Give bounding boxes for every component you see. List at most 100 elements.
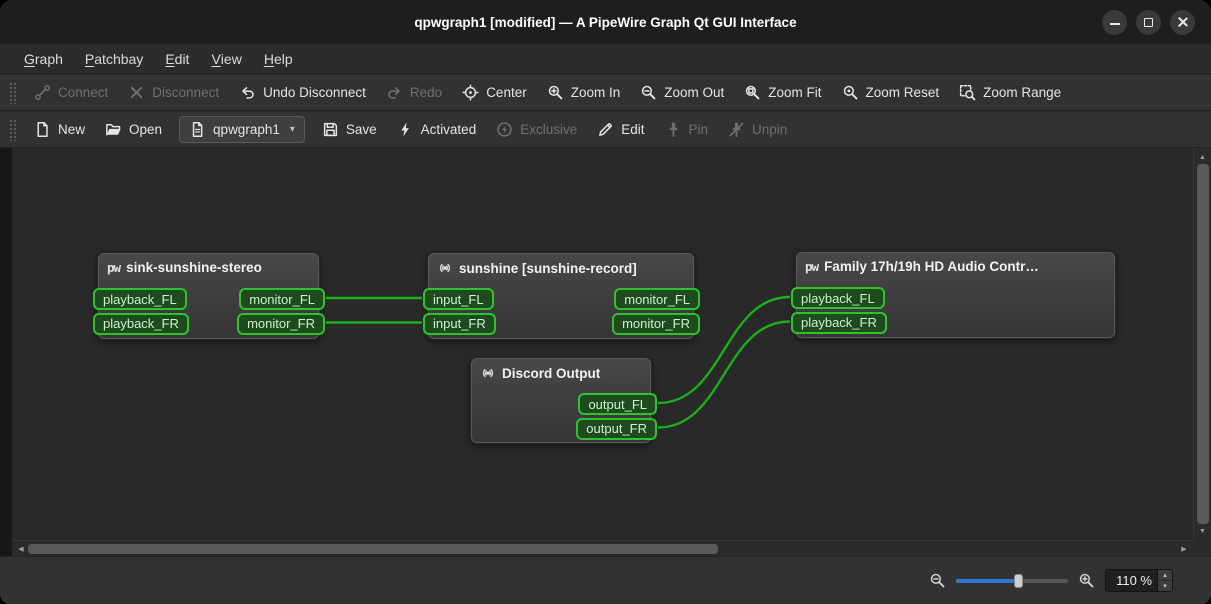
toolbar-button-zoom-range[interactable]: Zoom Range bbox=[949, 79, 1071, 107]
toolbar-button-new[interactable]: New bbox=[24, 116, 95, 144]
menu-item-edit[interactable]: Edit bbox=[154, 44, 200, 73]
toolbar-button-center[interactable]: Center bbox=[452, 79, 537, 107]
scroll-left-icon[interactable]: ◀ bbox=[14, 541, 28, 556]
node-discord[interactable]: Discord Output output_FL output_FR bbox=[470, 357, 657, 444]
toolbar-button-zoom-in[interactable]: Zoom In bbox=[537, 79, 631, 107]
zoom-in-icon[interactable] bbox=[1078, 572, 1095, 589]
toolbar-button-label: Redo bbox=[409, 85, 443, 100]
toolbar-button-pin[interactable]: Pin bbox=[655, 116, 719, 144]
zoom-out-icon bbox=[640, 84, 657, 101]
node-sunshine[interactable]: sunshine [sunshine-record] input_FL input_… bbox=[423, 252, 700, 340]
scroll-right-icon[interactable]: ▶ bbox=[1177, 541, 1191, 556]
toolbar-button-activated[interactable]: Activated bbox=[387, 116, 487, 144]
toolbar-button-zoom-fit[interactable]: Zoom Fit bbox=[734, 79, 831, 107]
node-header: pw sink-sunshine-stereo bbox=[98, 253, 319, 275]
toolbar-button-zoom-reset[interactable]: Zoom Reset bbox=[832, 79, 950, 107]
port-monitor_FR[interactable]: monitor_FR bbox=[237, 312, 325, 335]
zoom-out-icon[interactable] bbox=[929, 572, 946, 589]
toolbar-button-disconnect[interactable]: Disconnect bbox=[118, 79, 229, 107]
toolbar-button-label: Connect bbox=[58, 85, 109, 100]
zoom-reset-icon bbox=[842, 84, 859, 101]
port-playback_FL[interactable]: playback_FL bbox=[791, 287, 885, 309]
toolbar-button-connect[interactable]: Connect bbox=[24, 79, 118, 107]
port-monitor_FR[interactable]: monitor_FR bbox=[612, 312, 700, 335]
toolbar-button-patchbay-current[interactable]: qpwgraph1 ▾ bbox=[179, 116, 305, 143]
port-input_FL[interactable]: input_FL bbox=[423, 288, 494, 310]
vertical-scroll-handle[interactable] bbox=[1197, 164, 1209, 524]
toolbar-button-save[interactable]: Save bbox=[312, 116, 387, 144]
zoom-slider-handle[interactable] bbox=[1013, 573, 1023, 588]
scroll-up-icon[interactable]: ▲ bbox=[1194, 150, 1211, 164]
pipewire-icon: pw bbox=[107, 260, 121, 275]
horizontal-scrollbar[interactable]: ◀ ▶ bbox=[12, 540, 1193, 556]
zoom-range-icon bbox=[959, 84, 976, 101]
close-button[interactable] bbox=[1170, 9, 1195, 35]
port-input_FR[interactable]: input_FR bbox=[423, 312, 496, 335]
pipewire-icon: pw bbox=[805, 259, 819, 274]
port-output_FR[interactable]: output_FR bbox=[576, 417, 657, 440]
status-bar: 110 % ▴ ▾ bbox=[0, 556, 1211, 604]
node-title: sink-sunshine-stereo bbox=[126, 260, 262, 275]
menu-item-graph[interactable]: Graph bbox=[13, 44, 74, 73]
maximize-button[interactable] bbox=[1136, 9, 1161, 35]
spin-up-button[interactable]: ▴ bbox=[1158, 570, 1172, 581]
new-icon bbox=[34, 121, 51, 138]
toolbar-button-label: qpwgraph1 bbox=[213, 122, 280, 137]
menu-item-view[interactable]: View bbox=[200, 44, 252, 73]
minimize-button[interactable] bbox=[1102, 9, 1127, 35]
port-playback_FL[interactable]: playback_FL bbox=[93, 288, 187, 310]
toolbar-button-label: Pin bbox=[688, 122, 709, 137]
zoom-slider[interactable] bbox=[956, 571, 1068, 591]
toolbar-button-open[interactable]: Open bbox=[95, 116, 172, 144]
node-family[interactable]: pw Family 17h/19h HD Audio Contr… playback… bbox=[791, 251, 1116, 339]
spin-down-button[interactable]: ▾ bbox=[1158, 581, 1172, 591]
toolbar-button-unpin[interactable]: Unpin bbox=[718, 116, 797, 144]
toolbar-button-undo-disconnect[interactable]: Undo Disconnect bbox=[229, 79, 376, 107]
toolbar-button-label: Zoom Out bbox=[664, 85, 725, 100]
menu-bar: Graph Patchbay Edit View Help bbox=[0, 44, 1211, 74]
toolbar-drag-handle[interactable] bbox=[9, 118, 17, 141]
zoom-slider-fill bbox=[956, 578, 1018, 583]
menu-item-patchbay[interactable]: Patchbay bbox=[74, 44, 154, 73]
node-title: Family 17h/19h HD Audio Contr… bbox=[824, 259, 1039, 274]
graph-canvas[interactable]: pw sink-sunshine-stereo playback_FL playbac… bbox=[12, 148, 1193, 540]
zoom-value: 110 % bbox=[1116, 573, 1152, 588]
port-playback_FR[interactable]: playback_FR bbox=[791, 311, 887, 334]
menu-item-help[interactable]: Help bbox=[253, 44, 304, 73]
port-playback_FR[interactable]: playback_FR bbox=[93, 312, 189, 335]
port-monitor_FL[interactable]: monitor_FL bbox=[614, 288, 700, 310]
center-icon bbox=[462, 84, 479, 101]
main-content: pw sink-sunshine-stereo playback_FL playbac… bbox=[0, 148, 1211, 556]
title-bar[interactable]: qpwgraph1 [modified] — A PipeWire Graph … bbox=[0, 0, 1211, 44]
toolbar-button-label: Open bbox=[129, 122, 163, 137]
open-icon bbox=[105, 121, 122, 138]
spinbox-arrows: ▴ ▾ bbox=[1157, 570, 1172, 591]
connect-icon bbox=[34, 84, 51, 101]
node-header: pw Family 17h/19h HD Audio Contr… bbox=[796, 252, 1115, 274]
zoom-spinbox[interactable]: 110 % ▴ ▾ bbox=[1105, 569, 1173, 592]
toolbar-button-edit[interactable]: Edit bbox=[587, 116, 654, 144]
undo-icon bbox=[239, 84, 256, 101]
scroll-down-icon[interactable]: ▼ bbox=[1194, 524, 1211, 538]
connections-layer bbox=[325, 295, 791, 429]
close-icon bbox=[1177, 16, 1189, 28]
toolbar-button-label: Save bbox=[345, 122, 377, 137]
horizontal-scroll-handle[interactable] bbox=[28, 544, 718, 554]
minimize-icon bbox=[1109, 23, 1120, 25]
maximize-icon bbox=[1144, 17, 1153, 27]
node-sink[interactable]: pw sink-sunshine-stereo playback_FL playbac… bbox=[93, 252, 325, 340]
vertical-scrollbar[interactable]: ▲ ▼ bbox=[1193, 148, 1211, 540]
port-output_FL[interactable]: output_FL bbox=[578, 393, 657, 415]
toolbar-button-zoom-out[interactable]: Zoom Out bbox=[630, 79, 734, 107]
toolbar-drag-handle[interactable] bbox=[9, 81, 17, 104]
node-title: Discord Output bbox=[502, 365, 601, 381]
pin-icon bbox=[665, 121, 682, 138]
node-title: sunshine [sunshine-record] bbox=[459, 260, 637, 276]
toolbar-button-redo[interactable]: Redo bbox=[376, 79, 452, 107]
toolbar-button-label: Zoom Reset bbox=[865, 85, 940, 100]
port-monitor_FL[interactable]: monitor_FL bbox=[239, 288, 325, 310]
activated-icon bbox=[397, 121, 414, 138]
toolbar-button-exclusive[interactable]: Exclusive bbox=[486, 116, 587, 144]
disconnect-icon bbox=[128, 84, 145, 101]
toolbar-button-label: Exclusive bbox=[520, 122, 578, 137]
